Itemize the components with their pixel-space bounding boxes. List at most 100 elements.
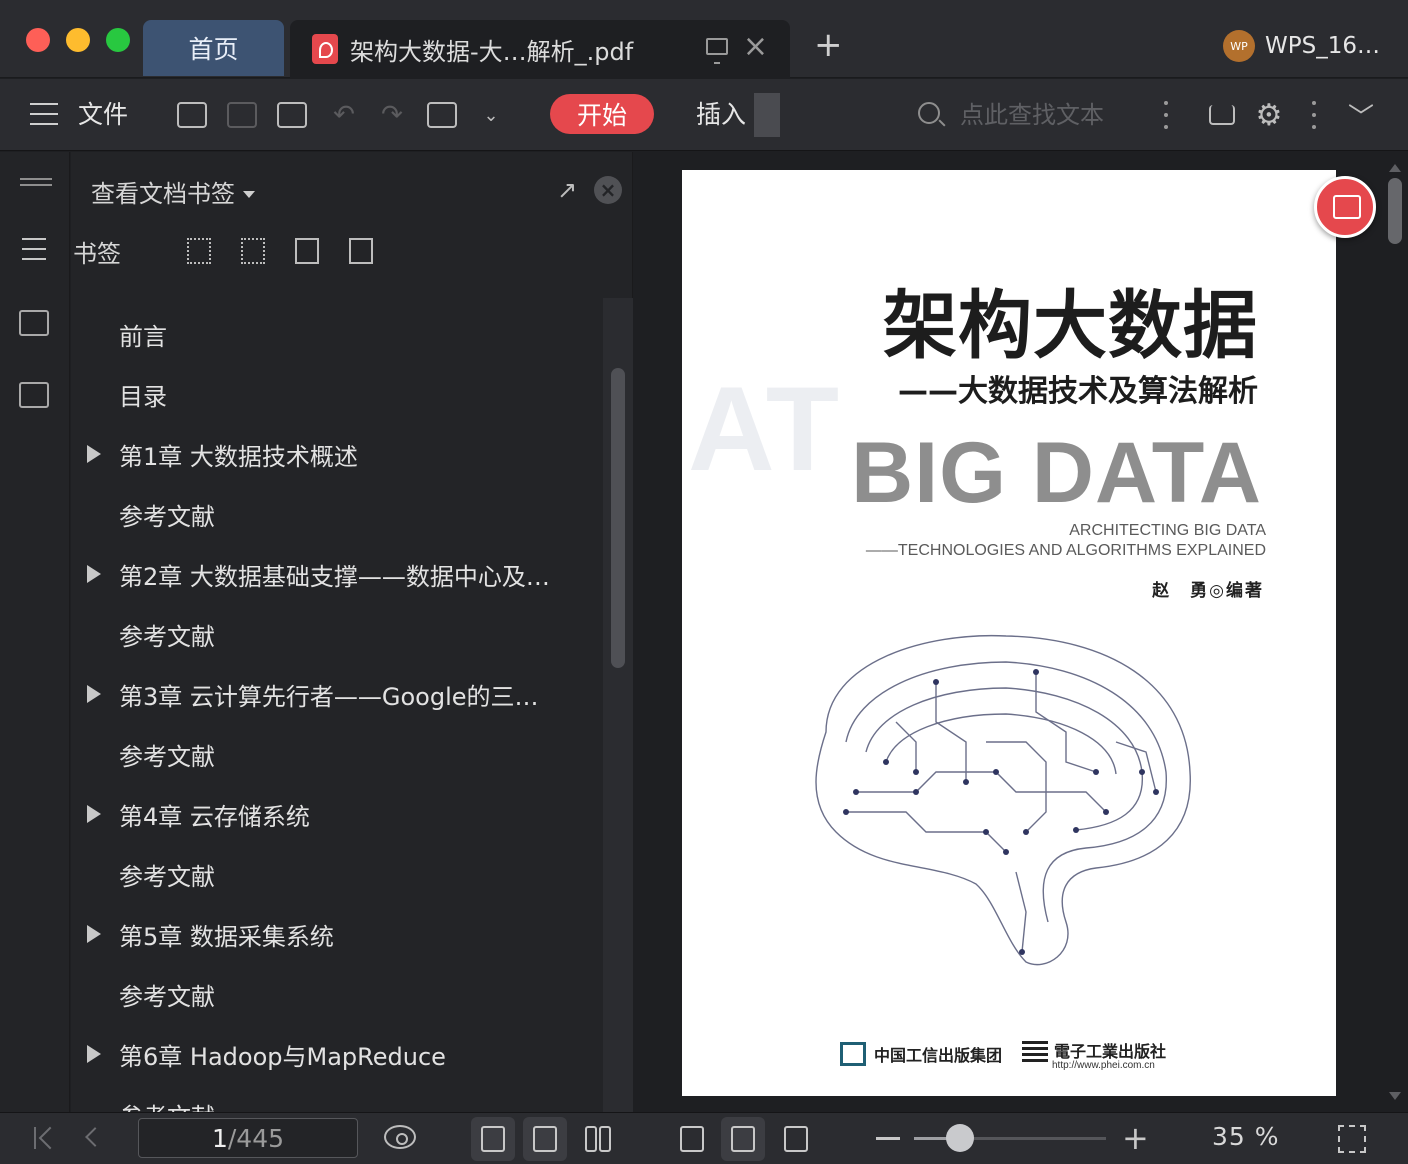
- monitor-icon[interactable]: [706, 38, 728, 64]
- single-page-button[interactable]: [523, 1117, 567, 1161]
- bookmark-view-selector[interactable]: 查看文档书签: [91, 174, 255, 209]
- page-number-input[interactable]: 1/445: [138, 1118, 358, 1158]
- gear-icon: ⚙: [1255, 97, 1283, 133]
- publisher-logo: 電子工業出版社: [1022, 1038, 1166, 1062]
- scroll-up-arrow-icon[interactable]: [1389, 164, 1401, 172]
- close-window-button[interactable]: [26, 28, 50, 52]
- expand-triangle-icon[interactable]: [87, 1045, 101, 1063]
- list-item[interactable]: 目录: [71, 364, 603, 424]
- list-item[interactable]: 前言: [71, 304, 603, 364]
- scrollbar-thumb[interactable]: [611, 368, 625, 668]
- hamburger-icon[interactable]: [28, 79, 60, 151]
- new-tab-button[interactable]: +: [814, 28, 843, 62]
- more-icon[interactable]: [1164, 101, 1168, 129]
- tab-start[interactable]: 开始: [550, 94, 654, 134]
- list-item[interactable]: 参考文献: [71, 604, 603, 664]
- export-icon: [427, 102, 457, 128]
- export-button[interactable]: [426, 79, 458, 151]
- list-item[interactable]: 参考文献: [71, 964, 603, 1024]
- thumbnail-image-icon[interactable]: [19, 310, 49, 336]
- add-bookmark-icon[interactable]: [295, 238, 319, 264]
- file-menu[interactable]: 文件: [78, 79, 128, 151]
- open-folder-button[interactable]: [176, 79, 208, 151]
- remove-bookmark-icon[interactable]: [349, 238, 373, 264]
- list-item[interactable]: 第3章 云计算先行者——Google的三…: [71, 664, 603, 724]
- redo-icon: ↷: [381, 100, 403, 130]
- expand-all-icon[interactable]: [187, 238, 211, 264]
- continuous-scroll-button[interactable]: [471, 1117, 515, 1161]
- save-button[interactable]: [226, 79, 258, 151]
- title-bar: 首页 架构大数据-大…解析_.pdf × + WP WPS_16…: [0, 0, 1408, 78]
- fit-width-button[interactable]: [774, 1117, 818, 1161]
- first-page-button[interactable]: [34, 1125, 56, 1151]
- chevron-down-icon: ⌄: [483, 104, 499, 126]
- actual-size-icon: [680, 1126, 704, 1152]
- zoom-window-button[interactable]: [106, 28, 130, 52]
- eye-protection-icon[interactable]: [384, 1125, 416, 1149]
- main-toolbar: 文件 ↶ ↷ ⌄ 开始 插入 点此查找文本 ⚙ ﹀: [0, 79, 1408, 151]
- list-item[interactable]: 参考文献: [71, 724, 603, 784]
- continuous-page-icon: [481, 1126, 505, 1152]
- zoom-in-button[interactable]: +: [1122, 1122, 1149, 1154]
- scrollbar-thumb[interactable]: [1388, 178, 1402, 244]
- pop-out-arrow-icon[interactable]: ↗: [557, 176, 577, 204]
- redo-button[interactable]: ↷: [378, 79, 406, 151]
- expand-triangle-icon[interactable]: [87, 805, 101, 823]
- ribbon-scroll-button[interactable]: [754, 93, 780, 137]
- list-item[interactable]: 第4章 云存储系统: [71, 784, 603, 844]
- bookmark-scrollbar[interactable]: [603, 298, 633, 1112]
- list-item[interactable]: 参考文献: [71, 844, 603, 904]
- pdf-file-icon: [312, 34, 338, 64]
- undo-button[interactable]: ↶: [330, 79, 358, 151]
- print-button[interactable]: [276, 79, 308, 151]
- overflow-menu-icon[interactable]: [1312, 101, 1316, 129]
- pdf-page[interactable]: AT 架构大数据 ——大数据技术及算法解析 BIG DATA ARCHITECT…: [682, 170, 1336, 1096]
- bookmark-list-icon[interactable]: [22, 238, 46, 260]
- folder-icon: [177, 102, 207, 128]
- bookmark-section-label: 书签: [73, 240, 121, 268]
- more-quick-actions[interactable]: ⌄: [480, 79, 502, 151]
- search-input[interactable]: 点此查找文本: [960, 79, 1104, 151]
- actual-size-button[interactable]: [670, 1117, 714, 1161]
- list-item[interactable]: 第5章 数据采集系统: [71, 904, 603, 964]
- two-page-button[interactable]: [575, 1117, 619, 1161]
- list-item[interactable]: 第6章 Hadoop与MapReduce: [71, 1024, 603, 1084]
- collapse-panel-icon[interactable]: [20, 178, 52, 186]
- zoom-slider[interactable]: [914, 1137, 1106, 1140]
- tab-document[interactable]: 架构大数据-大…解析_.pdf ×: [290, 20, 790, 78]
- expand-triangle-icon[interactable]: [87, 445, 101, 463]
- tab-insert[interactable]: 插入: [696, 79, 746, 151]
- scroll-down-arrow-icon[interactable]: [1389, 1092, 1401, 1100]
- cover-big-data-text: BIG DATA: [851, 425, 1262, 521]
- expand-triangle-icon[interactable]: [87, 925, 101, 943]
- settings-button[interactable]: ⚙: [1254, 79, 1284, 151]
- close-panel-button[interactable]: ×: [594, 176, 622, 204]
- close-tab-icon[interactable]: ×: [743, 32, 768, 62]
- list-item[interactable]: 第2章 大数据基础支撑——数据中心及…: [71, 544, 603, 604]
- document-view[interactable]: AT 架构大数据 ——大数据技术及算法解析 BIG DATA ARCHITECT…: [634, 152, 1408, 1112]
- convert-document-button[interactable]: [1314, 176, 1376, 238]
- expand-triangle-icon[interactable]: [87, 565, 101, 583]
- document-scrollbar[interactable]: [1386, 160, 1404, 1110]
- list-item[interactable]: 参考文献: [71, 1084, 603, 1113]
- cover-title: 架构大数据: [883, 283, 1258, 369]
- share-button[interactable]: [1206, 79, 1238, 151]
- previous-page-button[interactable]: [85, 1127, 105, 1147]
- expand-triangle-icon[interactable]: [87, 685, 101, 703]
- zoom-out-button[interactable]: [876, 1137, 900, 1140]
- zoom-slider-handle[interactable]: [946, 1124, 975, 1152]
- minimize-window-button[interactable]: [66, 28, 90, 52]
- zoom-level[interactable]: 35 %: [1212, 1122, 1280, 1151]
- collapse-all-icon[interactable]: [241, 238, 265, 264]
- annotation-export-icon[interactable]: [19, 382, 49, 408]
- list-item[interactable]: 第1章 大数据技术概述: [71, 424, 603, 484]
- tab-home[interactable]: 首页: [143, 20, 284, 76]
- fullscreen-icon[interactable]: [1338, 1125, 1366, 1153]
- collapse-ribbon-button[interactable]: ﹀: [1346, 79, 1376, 151]
- two-page-icon: [585, 1126, 597, 1152]
- list-item[interactable]: 参考文献: [71, 484, 603, 544]
- chevron-down-icon: ﹀: [1347, 102, 1374, 133]
- user-name: WPS_16…: [1265, 33, 1380, 59]
- user-account[interactable]: WP WPS_16…: [1223, 30, 1380, 62]
- fit-page-button[interactable]: [721, 1117, 765, 1161]
